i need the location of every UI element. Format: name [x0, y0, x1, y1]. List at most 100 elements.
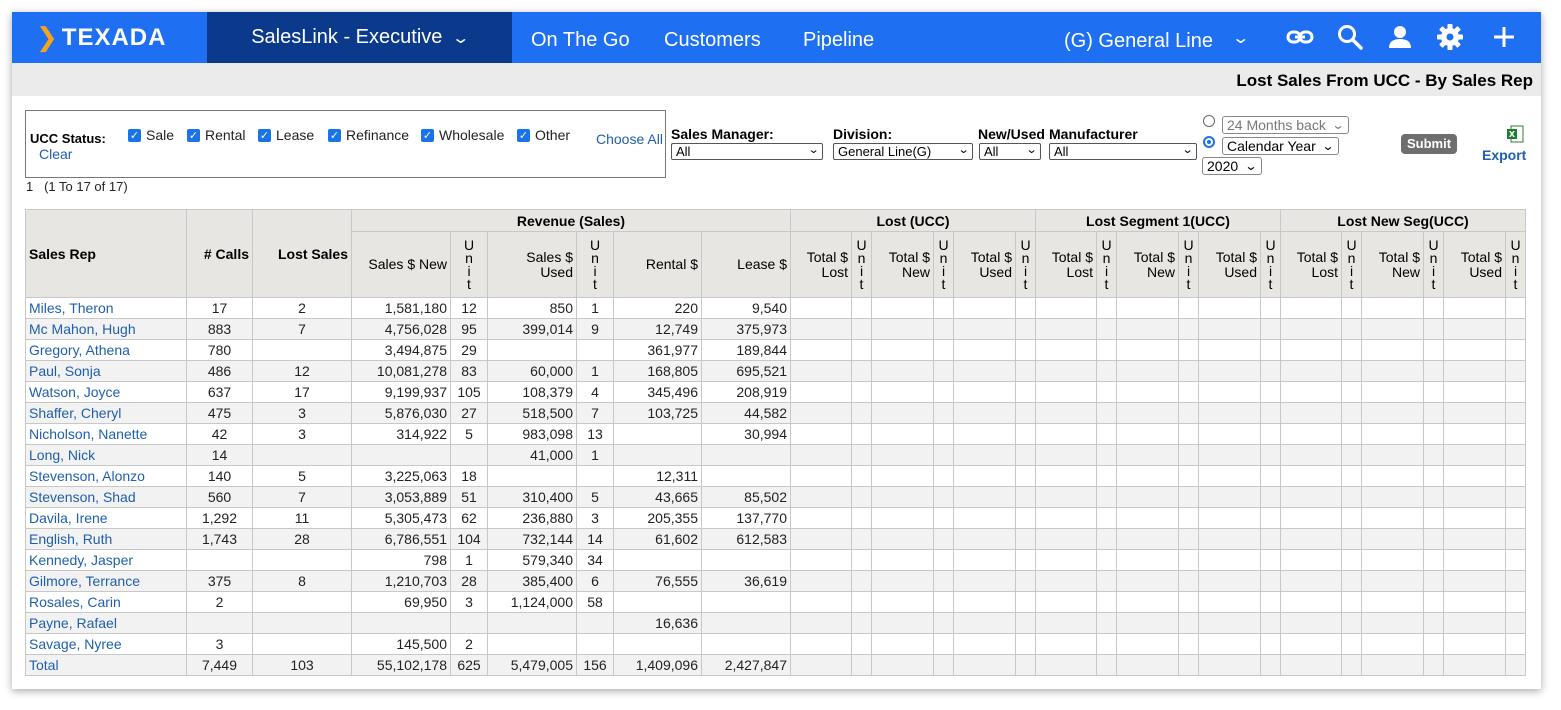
- col-header-calls[interactable]: # Calls: [186, 209, 253, 298]
- cell-lease: [701, 591, 791, 613]
- cell-lost: 12: [252, 360, 352, 382]
- sales-manager-select[interactable]: All ⌄: [671, 143, 823, 160]
- checkbox-other[interactable]: ✓ Other: [517, 127, 570, 143]
- col-header-sales-new[interactable]: Sales $ New: [351, 231, 451, 298]
- col-header-total-lost[interactable]: Total $ Lost: [1280, 231, 1342, 298]
- col-header-total-lost[interactable]: Total $ Lost: [1035, 231, 1097, 298]
- col-header-total-lost[interactable]: Total $ Lost: [790, 231, 852, 298]
- sales-rep-link[interactable]: Payne, Rafael: [25, 612, 187, 634]
- year-select[interactable]: 2020 ⌄: [1202, 157, 1262, 175]
- submit-button[interactable]: Submit: [1401, 134, 1457, 154]
- user-icon[interactable]: [1385, 22, 1415, 52]
- col-header-total-new[interactable]: Total $ New: [1116, 231, 1179, 298]
- sales-rep-link[interactable]: Gilmore, Terrance: [25, 570, 187, 592]
- checkbox-lease[interactable]: ✓ Lease: [258, 127, 314, 143]
- cell-sales-new: 55,102,178: [351, 654, 451, 676]
- calendar-year-select[interactable]: Calendar Year ⌄: [1222, 137, 1339, 155]
- nav-link-customers[interactable]: Customers: [664, 12, 761, 63]
- cell-empty: [1198, 339, 1261, 361]
- sales-rep-link[interactable]: Long, Nick: [25, 444, 187, 466]
- cell-empty: [790, 465, 852, 487]
- texada-logo[interactable]: ❯ TEXADA: [12, 12, 207, 63]
- sales-rep-link[interactable]: Watson, Joyce: [25, 381, 187, 403]
- cell-empty: [1341, 612, 1362, 634]
- table-row: Davila, Irene 1,292 11 5,305,473 62 236,880 3 2…: [25, 507, 1526, 529]
- search-icon[interactable]: [1335, 22, 1365, 52]
- add-icon[interactable]: [1489, 22, 1519, 52]
- excel-icon[interactable]: X: [1506, 125, 1524, 143]
- col-header-lease[interactable]: Lease $: [701, 231, 791, 298]
- sales-rep-link[interactable]: English, Ruth: [25, 528, 187, 550]
- cell-sales-used: 579,340: [487, 549, 577, 571]
- clear-link[interactable]: Clear: [39, 146, 72, 162]
- cell-calls: 140: [186, 465, 253, 487]
- cell-empty: [953, 486, 1016, 508]
- sales-rep-link[interactable]: Davila, Irene: [25, 507, 187, 529]
- col-header-rental[interactable]: Rental $: [613, 231, 702, 298]
- cell-empty: [1260, 444, 1281, 466]
- division-select[interactable]: General Line(G) ⌄: [833, 143, 973, 160]
- cell-empty: [1015, 381, 1036, 403]
- cell-empty: [1423, 612, 1444, 634]
- checkbox-wholesale[interactable]: ✓ Wholesale: [421, 127, 504, 143]
- app-switcher-label: SalesLink - Executive: [251, 26, 443, 48]
- checkbox-sale[interactable]: ✓ Sale: [128, 127, 174, 143]
- manufacturer-select[interactable]: All ⌄: [1049, 143, 1197, 160]
- page-number[interactable]: 1: [26, 179, 33, 194]
- link-icon[interactable]: [1285, 22, 1315, 52]
- sales-rep-link[interactable]: Stevenson, Alonzo: [25, 465, 187, 487]
- cell-empty: [1035, 444, 1097, 466]
- cell-empty: [1341, 444, 1362, 466]
- sales-rep-link[interactable]: Savage, Nyree: [25, 633, 187, 655]
- sales-rep-link[interactable]: Stevenson, Shad: [25, 486, 187, 508]
- sales-rep-link[interactable]: Rosales, Carin: [25, 591, 187, 613]
- cell-empty: [871, 528, 934, 550]
- cell-empty: [933, 528, 954, 550]
- radio-24-months[interactable]: [1203, 115, 1215, 127]
- col-header-total-used[interactable]: Total $ Used: [1443, 231, 1506, 298]
- sales-rep-link[interactable]: Nicholson, Nanette: [25, 423, 187, 445]
- choose-all-link[interactable]: Choose All: [596, 131, 663, 147]
- sales-rep-link[interactable]: Shaffer, Cheryl: [25, 402, 187, 424]
- cell-empty: [851, 528, 872, 550]
- cell-empty: [953, 549, 1016, 571]
- cell-empty: [1361, 423, 1424, 445]
- cell-rental: 61,602: [613, 528, 702, 550]
- cell-sales-new: 69,950: [351, 591, 451, 613]
- months-back-select[interactable]: 24 Months back ⌄: [1222, 116, 1349, 134]
- settings-icon[interactable]: [1435, 22, 1465, 52]
- col-header-total-new[interactable]: Total $ New: [1361, 231, 1424, 298]
- checkbox-refinance[interactable]: ✓ Refinance: [328, 127, 409, 143]
- cell-empty: [1341, 339, 1362, 361]
- cell-empty: [1178, 465, 1199, 487]
- cell-calls: 475: [186, 402, 253, 424]
- checkbox-checked-icon: ✓: [187, 128, 200, 142]
- line-selector[interactable]: (G) General Line: [1064, 12, 1213, 63]
- chevron-down-icon[interactable]: ⌄: [1231, 28, 1250, 48]
- sales-rep-link[interactable]: Paul, Sonja: [25, 360, 187, 382]
- app-switcher[interactable]: SalesLink - Executive ⌄: [207, 12, 512, 63]
- cell-empty: [1035, 654, 1097, 676]
- sales-rep-link[interactable]: Total: [25, 654, 187, 676]
- nav-link-pipeline[interactable]: Pipeline: [803, 12, 874, 63]
- col-header-sales-used[interactable]: Sales $ Used: [487, 231, 577, 298]
- col-header-total-used[interactable]: Total $ Used: [1198, 231, 1261, 298]
- new-used-select[interactable]: All ⌄: [979, 143, 1041, 160]
- sales-rep-link[interactable]: Gregory, Athena: [25, 339, 187, 361]
- nav-link-on-the-go[interactable]: On The Go: [531, 12, 630, 63]
- cell-empty: [871, 486, 934, 508]
- col-header-total-new[interactable]: Total $ New: [871, 231, 934, 298]
- sales-rep-link[interactable]: Kennedy, Jasper: [25, 549, 187, 571]
- col-header-sales-rep[interactable]: Sales Rep: [25, 209, 187, 298]
- col-header-total-used[interactable]: Total $ Used: [953, 231, 1016, 298]
- sales-rep-link[interactable]: Mc Mahon, Hugh: [25, 318, 187, 340]
- cell-empty: [1178, 297, 1199, 319]
- cell-u2: [576, 633, 614, 655]
- cell-sales-used: 983,098: [487, 423, 577, 445]
- checkbox-rental[interactable]: ✓ Rental: [187, 127, 245, 143]
- export-link[interactable]: Export: [1482, 147, 1526, 163]
- sales-rep-link[interactable]: Miles, Theron: [25, 297, 187, 319]
- cell-u1: 2: [450, 633, 488, 655]
- radio-calendar-year[interactable]: [1203, 136, 1215, 148]
- col-header-lost-sales[interactable]: Lost Sales: [252, 209, 352, 298]
